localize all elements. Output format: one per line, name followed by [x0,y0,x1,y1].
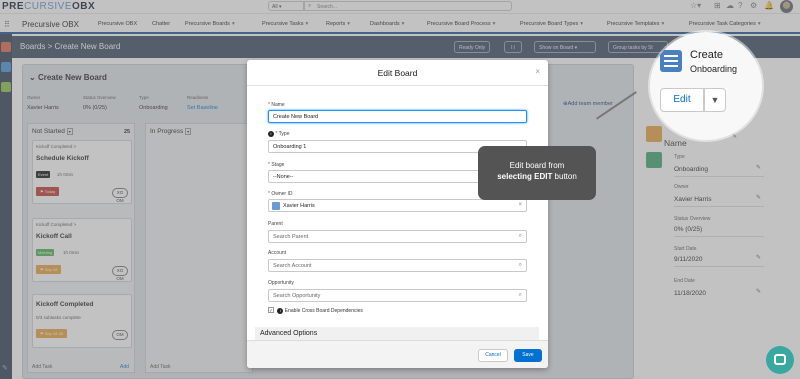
owner-id-label: * Owner ID [268,191,293,197]
tooltip-line-1: Edit board from [509,161,565,170]
magnified-record-title: Create [690,49,724,61]
name-label-text: Name [271,102,285,108]
info-icon: i [277,308,284,314]
account-lookup[interactable]: Search Account ⌕ [268,259,527,272]
board-record-icon [660,50,682,72]
search-icon: ⌕ [518,233,522,239]
zoom-magnifier: Create Onboarding Edit ▼ [650,32,762,140]
owner-id-label-text: Owner ID [271,191,293,197]
dependencies-checkbox[interactable]: ✓ [268,307,274,313]
stage-label-text: Stage [271,162,285,168]
opportunity-placeholder: Search Opportunity [273,293,321,299]
dependencies-label: Enable Cross Board Dependencies [284,308,363,314]
save-button[interactable]: Save [514,349,542,362]
type-label: i * Type [268,131,289,137]
instruction-tooltip: Edit board from selecting EDIT button [478,146,596,200]
name-input[interactable]: Create New Board [268,110,527,123]
board-icon-stripe [664,55,678,57]
parent-lookup[interactable]: Search Parent ⌕ [268,230,527,243]
user-icon [272,202,280,210]
cancel-button[interactable]: Cancel [478,349,508,362]
stage-label: * Stage [268,162,285,168]
cross-board-dependencies-row: ✓ i Enable Cross Board Dependencies [268,307,363,314]
edit-board-modal: Edit Board × * Name Create New Board i *… [247,60,548,368]
modal-footer: Cancel Save [247,340,548,368]
owner-id-lookup[interactable]: Xavier Harris × [268,199,527,212]
search-icon: ⌕ [518,292,522,298]
search-icon: ⌕ [518,262,522,268]
modal-header: Edit Board × [247,60,548,86]
close-icon[interactable]: × [535,67,540,76]
parent-label: Parent [268,221,283,227]
more-actions-dropdown-icon[interactable]: ▼ [704,88,726,112]
tooltip-line-2-rest: button [552,172,577,181]
chat-bubble-icon [774,354,786,365]
magnified-record-subtitle: Onboarding [690,64,738,74]
account-placeholder: Search Account [273,263,312,269]
opportunity-lookup[interactable]: Search Opportunity ⌕ [268,289,527,302]
clear-selection-icon[interactable]: × [518,202,522,208]
parent-placeholder: Search Parent [273,234,309,240]
advanced-options-section[interactable]: Advanced Options [255,327,539,340]
chat-support-button[interactable] [766,346,794,374]
modal-title: Edit Board [377,68,418,78]
tooltip-line-2-bold: selecting EDIT [497,172,553,181]
account-label: Account [268,250,287,256]
type-label-text: Type [278,131,290,137]
owner-id-value: Xavier Harris [283,203,315,209]
opportunity-label: Opportunity [268,280,294,286]
board-icon-stripe [664,65,678,67]
name-label: * Name [268,102,285,108]
edit-button[interactable]: Edit [660,88,704,112]
board-icon-stripe [664,60,678,62]
